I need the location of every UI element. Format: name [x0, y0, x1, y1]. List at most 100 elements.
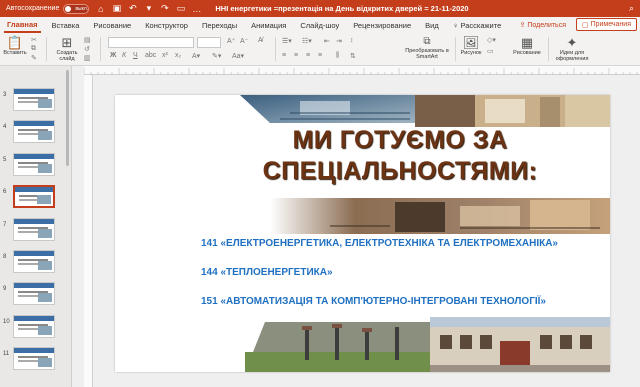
bold-icon[interactable]: Ж	[110, 52, 116, 59]
font-color-icon[interactable]: A▾	[192, 52, 200, 60]
clear-format-icon[interactable]: A̸	[258, 37, 263, 44]
reset-icon[interactable]: ↺	[84, 45, 90, 53]
title-bar: Автосохранение выкл. ⌂ ▣ ↶ ▾ ↷ ▭ … ННІ е…	[0, 0, 640, 17]
slide-thumbnail-row[interactable]: 6	[0, 185, 72, 209]
tell-me-search[interactable]: ♀ Расскажите	[450, 19, 505, 32]
slide-thumbnail-row[interactable]: 7	[0, 217, 72, 242]
layout-icon[interactable]: ▤	[84, 36, 91, 44]
design-ideas-button[interactable]: ✦ Идеи для оформления	[553, 35, 591, 62]
save-icon[interactable]: ▣	[112, 3, 122, 14]
numbering-icon[interactable]: ☷▾	[302, 37, 312, 45]
share-button[interactable]: ⇪ Поделиться	[514, 19, 571, 31]
bullets-icon[interactable]: ☰▾	[282, 37, 292, 45]
specialty-151[interactable]: 151 «АВТОМАТИЗАЦІЯ ТА КОМП'ЮТЕРНО-ІНТЕГР…	[201, 296, 546, 307]
font-family-select[interactable]	[108, 37, 194, 48]
slide-thumbnail-row[interactable]: 8	[0, 250, 72, 274]
text-direction-icon[interactable]: ⇅	[350, 52, 356, 60]
tab-slideshow[interactable]: Слайд-шоу	[297, 19, 342, 32]
tab-view[interactable]: Вид	[422, 19, 442, 32]
shrink-font-icon[interactable]: A⁻	[240, 37, 248, 45]
slide-thumbnail[interactable]	[13, 282, 55, 306]
increase-indent-icon[interactable]: ⇥	[336, 37, 342, 45]
tab-draw[interactable]: Рисование	[90, 19, 134, 32]
copy-icon[interactable]: ⧉	[31, 45, 36, 53]
undo-dropdown-icon[interactable]: ▾	[144, 3, 153, 14]
slide-thumbnail-row[interactable]: 10	[0, 314, 72, 339]
slide-thumbnail[interactable]	[13, 250, 55, 273]
drawing-button[interactable]: ▦ Рисование	[510, 35, 544, 56]
share-icon: ⇪	[519, 22, 526, 29]
slide-thumbnail-row[interactable]: 4	[0, 120, 72, 144]
textbox-icon[interactable]: ▭	[487, 47, 494, 55]
new-slide-label: Создать слайд	[56, 50, 78, 62]
tab-transitions[interactable]: Переходы	[199, 19, 240, 32]
section-icon[interactable]: ▥	[84, 54, 91, 62]
ribbon-separator	[46, 37, 47, 61]
slide-thumbnail-row[interactable]: 11	[0, 347, 72, 371]
slide-number: 11	[3, 351, 10, 358]
drawing-icon: ▦	[520, 35, 534, 50]
slide-thumbnail[interactable]	[13, 314, 55, 338]
slide-thumbnail[interactable]	[13, 88, 55, 111]
slide-canvas[interactable]: МИ ГОТУЄМО ЗА СПЕЦІАЛЬНОСТЯМИ: 141 «ЕЛЕК…	[115, 95, 610, 372]
tab-animations[interactable]: Анимация	[248, 19, 289, 32]
autosave-toggle[interactable]: выкл.	[63, 3, 90, 14]
design-ideas-icon: ✦	[566, 35, 578, 50]
strikethrough-icon[interactable]: abc	[145, 52, 156, 59]
underline-icon[interactable]: Ч	[133, 52, 138, 59]
decrease-indent-icon[interactable]: ⇤	[324, 37, 330, 45]
slide-thumbnail-row[interactable]: 9	[0, 282, 72, 306]
tab-review[interactable]: Рецензирование	[350, 19, 414, 32]
highlight-icon[interactable]: ✎▾	[212, 52, 221, 60]
customize-toolbar-icon[interactable]: …	[192, 4, 201, 14]
columns-icon[interactable]: ⫼	[336, 52, 339, 60]
thumbnail-content	[18, 295, 40, 298]
comments-button[interactable]: ▢ Примечания	[575, 18, 637, 31]
subscript-icon[interactable]: x₂	[175, 52, 181, 59]
specialty-144[interactable]: 144 «ТЕПЛОЕНЕРГЕТИКА»	[201, 267, 333, 278]
justify-icon[interactable]: ≡	[318, 52, 322, 59]
grow-font-icon[interactable]: A⁺	[227, 37, 235, 45]
slide-thumbnail[interactable]	[13, 347, 55, 371]
shapes-icon[interactable]: ◇▾	[487, 36, 496, 44]
cut-icon[interactable]: ✂	[31, 36, 37, 44]
redo-icon[interactable]: ↷	[160, 3, 169, 14]
align-center-icon[interactable]: ≡	[294, 52, 298, 59]
slide-thumbnails-panel[interactable]: 3 4 5 6 7 8 9 10 11	[0, 66, 72, 387]
convert-smartart-button[interactable]: ⧉ Преобразовать в SmartArt	[400, 36, 454, 60]
home-icon[interactable]: ⌂	[96, 4, 105, 14]
font-size-select[interactable]	[197, 37, 221, 48]
thumbnail-content	[18, 230, 40, 233]
specialty-141[interactable]: 141 «ЕЛЕКТРОЕНЕРГЕТИКА, ЕЛЕКТРОТЕХНІКА Т…	[201, 238, 558, 249]
slide-thumbnail[interactable]	[13, 185, 55, 209]
format-painter-icon[interactable]: ✎	[31, 54, 37, 62]
align-right-icon[interactable]: ≡	[306, 52, 310, 59]
thumbnail-content	[38, 325, 52, 335]
thumbnail-content	[18, 327, 40, 330]
thumbnail-content	[38, 228, 52, 238]
thumbnail-content	[38, 293, 52, 303]
tab-home[interactable]: Главная	[4, 18, 41, 33]
undo-icon[interactable]: ↶	[128, 3, 137, 14]
ribbon-tabs: Главная Вставка Рисование Конструктор Пе…	[0, 17, 640, 33]
italic-icon[interactable]: К	[122, 52, 126, 59]
align-left-icon[interactable]: ≡	[282, 52, 286, 59]
slide-thumbnail[interactable]	[13, 120, 55, 144]
slideshow-icon[interactable]: ▭	[176, 3, 186, 14]
superscript-icon[interactable]: x²	[162, 52, 168, 59]
slide-title[interactable]: МИ ГОТУЄМО ЗА СПЕЦІАЛЬНОСТЯМИ:	[250, 125, 550, 187]
slide-thumbnail-row[interactable]: 5	[0, 152, 72, 177]
tab-insert[interactable]: Вставка	[49, 19, 83, 32]
line-spacing-icon[interactable]: ↕	[350, 37, 354, 44]
thumbnails-scrollbar[interactable]	[66, 70, 69, 166]
new-slide-button[interactable]: ⊞ Создать слайд	[52, 35, 82, 62]
tab-design[interactable]: Конструктор	[142, 19, 191, 32]
picture-button[interactable]: 🖼 Рисунок	[458, 35, 484, 56]
paste-button[interactable]: 📋 Вставить	[2, 35, 28, 56]
slide-thumbnail[interactable]	[13, 217, 55, 241]
slide-thumbnail[interactable]	[13, 152, 55, 176]
thumbnail-content	[18, 165, 40, 168]
change-case-icon[interactable]: Aa▾	[232, 52, 244, 60]
slide-thumbnail-row[interactable]: 3	[0, 88, 72, 112]
search-icon[interactable]: ⌕	[629, 3, 634, 14]
